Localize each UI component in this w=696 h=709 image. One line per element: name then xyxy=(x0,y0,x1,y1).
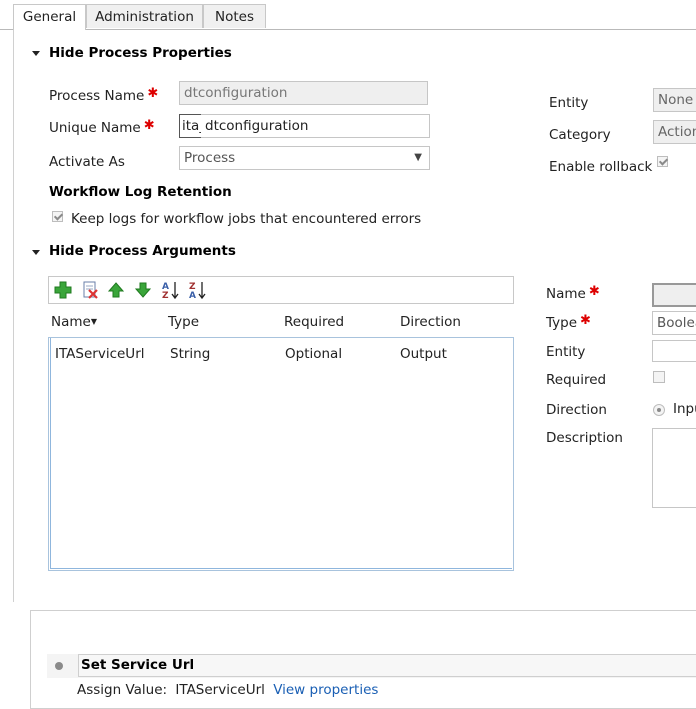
entity-label: Entity xyxy=(549,95,589,111)
cell-required: Optional xyxy=(285,346,343,362)
workflow-log-retention-header: Workflow Log Retention xyxy=(49,184,232,200)
arg-type-label: Type ✱ xyxy=(546,313,591,331)
add-icon[interactable] xyxy=(53,280,73,300)
enable-rollback-label: Enable rollback xyxy=(549,159,653,175)
cell-type: String xyxy=(170,346,211,362)
direction-input-label: Inpu xyxy=(673,401,696,417)
required-asterisk-icon: ✱ xyxy=(143,118,155,133)
tab-general[interactable]: General xyxy=(13,4,86,30)
cell-name: ITAServiceUrl xyxy=(55,346,145,362)
activate-as-select[interactable]: Process ▼ xyxy=(179,146,430,170)
activate-as-value: Process xyxy=(184,150,236,166)
cell-direction: Output xyxy=(400,346,447,362)
step-bullet-icon xyxy=(55,662,63,670)
entity-field[interactable]: None ( xyxy=(653,88,696,112)
collapse-triangle-icon[interactable] xyxy=(32,250,40,255)
arg-name-label: Name ✱ xyxy=(546,284,600,302)
column-header-type[interactable]: Type xyxy=(168,314,199,330)
tab-notes[interactable]: Notes xyxy=(203,4,266,28)
keep-logs-checkbox[interactable] xyxy=(52,211,63,222)
move-up-icon[interactable] xyxy=(106,280,126,300)
table-row[interactable]: ITAServiceUrl String Optional Output xyxy=(49,338,513,368)
arg-direction-label: Direction xyxy=(546,402,607,418)
dropdown-arrow-icon: ▼ xyxy=(414,152,422,163)
unique-name-label: Unique Name ✱ xyxy=(49,118,155,136)
collapse-triangle-icon[interactable] xyxy=(32,51,40,56)
move-down-icon[interactable] xyxy=(133,280,153,300)
keep-logs-label: Keep logs for workflow jobs that encount… xyxy=(71,211,422,227)
enable-rollback-checkbox[interactable] xyxy=(657,156,668,167)
unique-name-prefix: ita_ xyxy=(179,114,203,138)
required-asterisk-icon: ✱ xyxy=(588,284,600,299)
sort-descending-icon[interactable]: Z A xyxy=(187,280,207,300)
view-properties-link[interactable]: View properties xyxy=(273,682,378,698)
delete-icon[interactable] xyxy=(80,280,100,300)
arguments-grid: ITAServiceUrl String Optional Output xyxy=(48,337,514,571)
sort-indicator-icon: ▼ xyxy=(90,317,97,326)
unique-name-field[interactable]: dtconfiguration xyxy=(201,114,430,138)
hide-process-properties-header[interactable]: Hide Process Properties xyxy=(49,45,232,61)
panel-border xyxy=(13,30,14,602)
step-title[interactable]: Set Service Url xyxy=(78,654,696,677)
process-name-field[interactable]: dtconfiguration xyxy=(179,81,428,105)
column-header-direction[interactable]: Direction xyxy=(400,314,461,330)
arg-required-label: Required xyxy=(546,372,607,388)
hide-process-arguments-header[interactable]: Hide Process Arguments xyxy=(49,243,236,259)
step-description: Assign Value: ITAServiceUrl View propert… xyxy=(77,682,378,698)
required-asterisk-icon: ✱ xyxy=(147,86,159,101)
arg-type-select[interactable]: Boolea xyxy=(652,311,696,335)
category-field[interactable]: Action xyxy=(653,120,696,144)
assign-value-target: ITAServiceUrl xyxy=(175,682,265,698)
activate-as-label: Activate As xyxy=(49,154,125,170)
process-name-label: Process Name ✱ xyxy=(49,86,159,104)
direction-input-radio[interactable] xyxy=(653,404,665,416)
sort-ascending-icon[interactable]: A Z xyxy=(160,280,180,300)
arg-description-textarea[interactable] xyxy=(652,428,696,508)
assign-value-label: Assign Value: xyxy=(77,682,168,698)
tab-bar: General Administration Notes xyxy=(0,0,696,30)
column-header-name[interactable]: Name▼ xyxy=(51,314,97,330)
arguments-toolbar: A Z Z A xyxy=(48,276,514,304)
required-asterisk-icon: ✱ xyxy=(580,313,591,328)
category-label: Category xyxy=(549,127,611,143)
arg-name-field[interactable] xyxy=(652,283,696,307)
tab-administration[interactable]: Administration xyxy=(86,4,203,28)
svg-text:Z: Z xyxy=(162,291,169,300)
arg-entity-field[interactable] xyxy=(652,340,696,362)
column-header-required[interactable]: Required xyxy=(284,314,344,330)
arg-description-label: Description xyxy=(546,430,623,446)
arg-required-checkbox[interactable] xyxy=(653,371,665,383)
arg-entity-label: Entity xyxy=(546,344,586,360)
svg-text:A: A xyxy=(189,291,196,300)
